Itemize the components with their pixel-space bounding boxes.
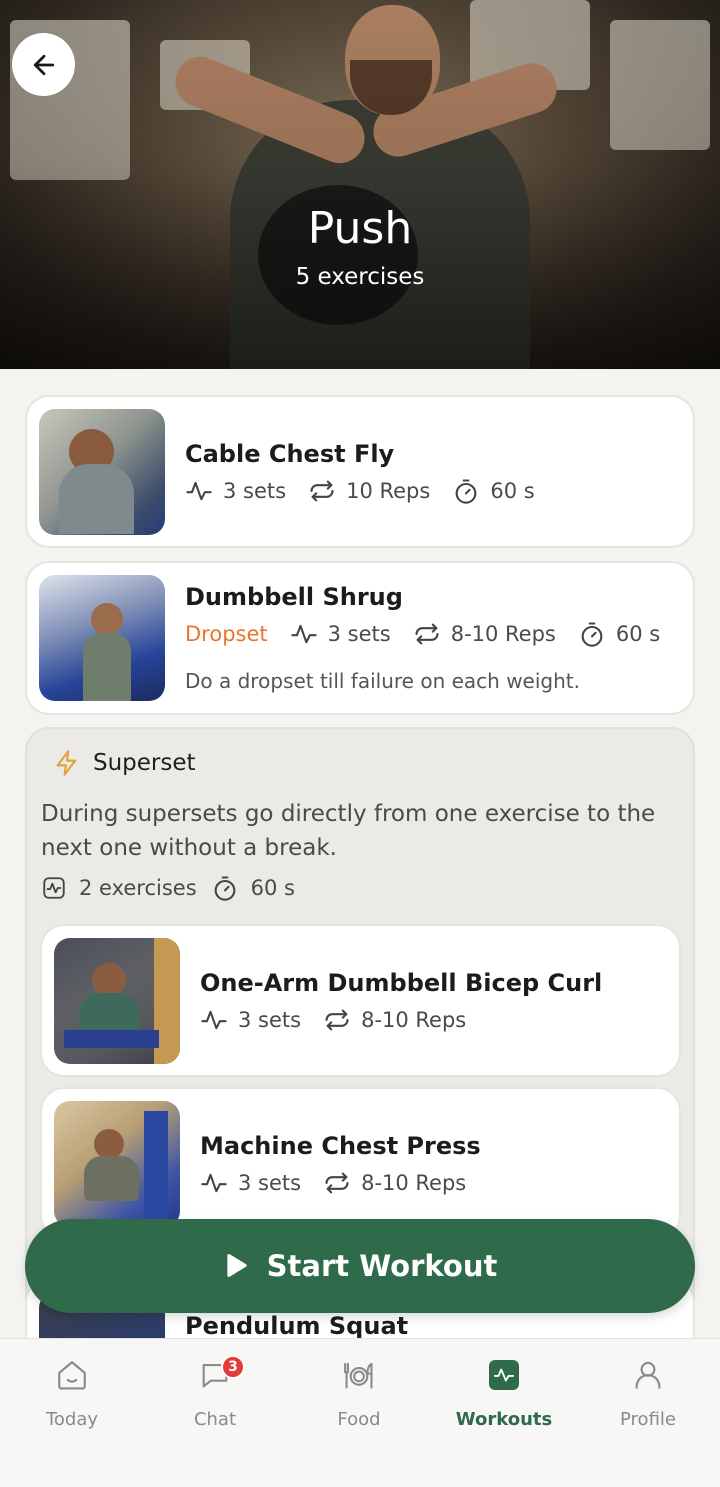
chat-badge: 3 [221, 1355, 245, 1379]
exercise-meta: 3 sets 8-10 Reps [200, 1169, 488, 1197]
exercise-thumbnail [54, 1101, 180, 1227]
nav-label: Chat [193, 1409, 237, 1430]
activity-icon [290, 624, 317, 644]
reps-label: 8-10 Reps [361, 1171, 467, 1195]
nav-item-profile[interactable]: Profile [588, 1355, 708, 1430]
exercise-count: 5 exercises [295, 264, 425, 290]
arrow-left-icon [33, 54, 54, 75]
rest-label: 60 s [615, 622, 661, 646]
nav-item-chat[interactable]: 3 Chat [155, 1355, 275, 1430]
nav-label: Today [45, 1409, 99, 1430]
bottom-nav: Today 3 Chat Food Workouts Profile [0, 1338, 720, 1487]
exercise-name: Machine Chest Press [200, 1132, 481, 1160]
exercise-name: One-Arm Dumbbell Bicep Curl [200, 969, 603, 997]
profile-icon [635, 1361, 661, 1389]
superset-label: Superset [93, 750, 196, 776]
workout-title: Push [307, 203, 413, 254]
hero-banner: Push 5 exercises [0, 0, 720, 369]
exercise-card[interactable]: One-Arm Dumbbell Bicep Curl 3 sets 8-10 … [40, 924, 681, 1077]
exercise-thumbnail [39, 575, 165, 701]
reps-label: 8-10 Reps [361, 1008, 467, 1032]
sets-label: 3 sets [223, 479, 287, 503]
sets-label: 3 sets [238, 1171, 302, 1195]
activity-icon [186, 481, 212, 501]
repeat-icon [415, 623, 439, 645]
activity-icon [201, 1173, 227, 1193]
reps-label: 10 Reps [346, 479, 431, 503]
repeat-icon [325, 1009, 349, 1031]
superset-meta: 2 exercises 60 s [41, 874, 309, 902]
superset-rest: 60 s [250, 876, 295, 900]
exercise-name: Pendulum Squat [185, 1312, 409, 1340]
workouts-icon [493, 1368, 515, 1382]
nav-item-workouts[interactable]: Workouts [444, 1355, 564, 1430]
repeat-icon [325, 1172, 349, 1194]
back-button[interactable] [12, 33, 75, 96]
lightning-icon [56, 750, 77, 776]
activity-icon [201, 1010, 227, 1030]
exercise-meta: 3 sets 8-10 Reps [200, 1006, 488, 1034]
exercise-thumbnail [39, 409, 165, 535]
sets-label: 3 sets [238, 1008, 302, 1032]
nav-item-food[interactable]: Food [299, 1355, 419, 1430]
superset-header: Superset [53, 749, 196, 777]
rest-label: 60 s [490, 479, 535, 503]
exercise-card[interactable]: Dumbbell Shrug Dropset 3 sets 8-10 Reps … [25, 561, 695, 715]
exercise-name: Dumbbell Shrug [185, 583, 403, 611]
exercise-note: Do a dropset till failure on each weight… [185, 669, 580, 693]
home-icon [58, 1361, 86, 1390]
play-icon [227, 1253, 247, 1277]
exercise-name: Cable Chest Fly [185, 440, 395, 468]
exercise-meta: 3 sets 10 Reps 60 s [185, 477, 557, 505]
timer-icon [581, 622, 603, 647]
start-workout-label: Start Workout [266, 1249, 498, 1283]
exercise-meta: Dropset 3 sets 8-10 Reps 60 s [185, 620, 682, 648]
exercise-thumbnail [54, 938, 180, 1064]
superset-count: 2 exercises [79, 876, 197, 900]
nav-label: Workouts [455, 1409, 553, 1430]
nav-label: Profile [620, 1409, 676, 1430]
reps-label: 8-10 Reps [450, 622, 556, 646]
nav-label: Food [337, 1409, 381, 1430]
superset-description: During supersets go directly from one ex… [41, 801, 656, 861]
start-workout-button[interactable]: Start Workout [25, 1219, 695, 1313]
nav-item-today[interactable]: Today [12, 1355, 132, 1430]
dropset-tag: Dropset [185, 622, 268, 646]
activity-box-icon [43, 877, 65, 899]
timer-icon [455, 479, 477, 504]
repeat-icon [310, 480, 334, 502]
exercise-card[interactable]: Cable Chest Fly 3 sets 10 Reps 60 s [25, 395, 695, 548]
food-icon [344, 1362, 373, 1389]
sets-label: 3 sets [327, 622, 391, 646]
exercise-card[interactable]: Machine Chest Press 3 sets 8-10 Reps [40, 1087, 681, 1240]
timer-icon [214, 876, 236, 901]
